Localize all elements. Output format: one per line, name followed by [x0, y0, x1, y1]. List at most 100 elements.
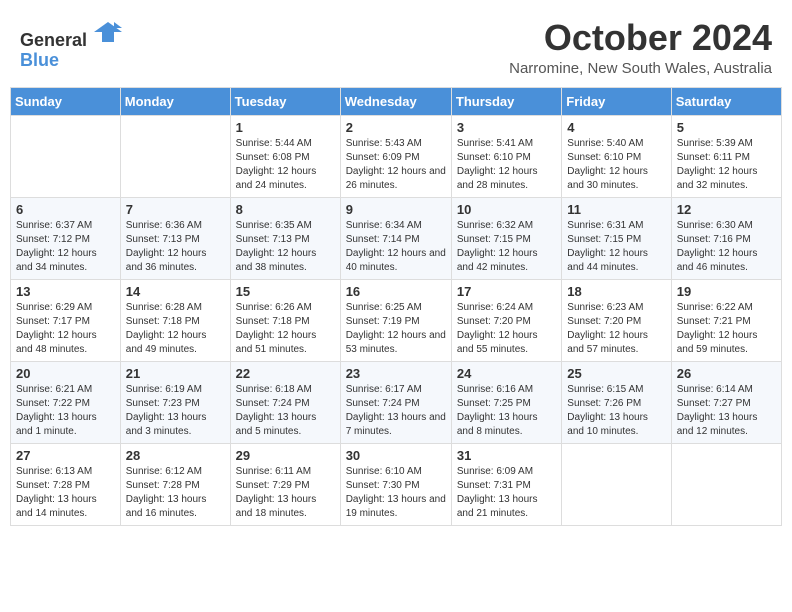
calendar-cell: 28 Sunrise: 6:12 AM Sunset: 7:28 PM Dayli…	[120, 443, 230, 525]
day-info: Sunrise: 5:43 AM Sunset: 6:09 PM Dayligh…	[346, 137, 446, 193]
calendar-week-row: 27 Sunrise: 6:13 AM Sunset: 7:28 PM Dayli…	[11, 443, 782, 525]
day-number: 21	[126, 366, 225, 381]
day-info: Sunrise: 6:28 AM Sunset: 7:18 PM Dayligh…	[126, 301, 225, 357]
calendar-cell: 15Sunrise: 6:26 AM Sunset: 7:18 PM Dayli…	[230, 279, 340, 361]
logo-blue: Blue	[20, 50, 59, 70]
logo-general: General	[20, 30, 87, 50]
day-number: 28	[126, 448, 225, 463]
calendar-cell	[671, 443, 781, 525]
calendar-cell: 11 Sunrise: 6:31 AM Sunset: 7:15 PM Dayli…	[562, 197, 671, 279]
day-number: 23	[346, 366, 446, 381]
day-info: Sunrise: 6:29 AM Sunset: 7:17 PM Dayligh…	[16, 301, 115, 357]
day-number: 1	[236, 120, 335, 135]
calendar-cell	[120, 115, 230, 197]
calendar-cell: 23Sunrise: 6:17 AM Sunset: 7:24 PM Dayli…	[340, 361, 451, 443]
calendar-cell: 17 Sunrise: 6:24 AM Sunset: 7:20 PM Dayli…	[451, 279, 561, 361]
day-info: Sunrise: 6:18 AM Sunset: 7:24 PM Dayligh…	[236, 383, 335, 439]
day-info: Sunrise: 6:36 AM Sunset: 7:13 PM Dayligh…	[126, 219, 225, 275]
day-info: Sunrise: 5:40 AM Sunset: 6:10 PM Dayligh…	[567, 137, 665, 193]
day-info: Sunrise: 6:30 AM Sunset: 7:16 PM Dayligh…	[677, 219, 776, 275]
day-info: Sunrise: 6:22 AM Sunset: 7:21 PM Dayligh…	[677, 301, 776, 357]
calendar-header-row: SundayMondayTuesdayWednesdayThursdayFrid…	[11, 87, 782, 115]
day-number: 17	[457, 284, 556, 299]
day-number: 5	[677, 120, 776, 135]
calendar-cell: 27 Sunrise: 6:13 AM Sunset: 7:28 PM Dayli…	[11, 443, 121, 525]
day-number: 31	[457, 448, 556, 463]
calendar-cell: 18Sunrise: 6:23 AM Sunset: 7:20 PM Dayli…	[562, 279, 671, 361]
calendar-cell: 10 Sunrise: 6:32 AM Sunset: 7:15 PM Dayli…	[451, 197, 561, 279]
calendar-week-row: 20 Sunrise: 6:21 AM Sunset: 7:22 PM Dayli…	[11, 361, 782, 443]
calendar-cell: 8 Sunrise: 6:35 AM Sunset: 7:13 PM Daylig…	[230, 197, 340, 279]
calendar-cell: 29 Sunrise: 6:11 AM Sunset: 7:29 PM Dayli…	[230, 443, 340, 525]
day-number: 3	[457, 120, 556, 135]
day-number: 24	[457, 366, 556, 381]
day-number: 27	[16, 448, 115, 463]
calendar-cell: 24 Sunrise: 6:16 AM Sunset: 7:25 PM Dayli…	[451, 361, 561, 443]
day-number: 10	[457, 202, 556, 217]
calendar-cell: 9 Sunrise: 6:34 AM Sunset: 7:14 PM Daylig…	[340, 197, 451, 279]
day-number: 14	[126, 284, 225, 299]
day-number: 26	[677, 366, 776, 381]
day-info: Sunrise: 6:13 AM Sunset: 7:28 PM Dayligh…	[16, 465, 115, 521]
day-number: 7	[126, 202, 225, 217]
day-info: Sunrise: 6:34 AM Sunset: 7:14 PM Dayligh…	[346, 219, 446, 275]
logo: General Blue	[20, 18, 122, 71]
day-info: Sunrise: 5:41 AM Sunset: 6:10 PM Dayligh…	[457, 137, 556, 193]
calendar-cell: 12 Sunrise: 6:30 AM Sunset: 7:16 PM Dayli…	[671, 197, 781, 279]
day-header-wednesday: Wednesday	[340, 87, 451, 115]
day-number: 4	[567, 120, 665, 135]
day-info: Sunrise: 6:25 AM Sunset: 7:19 PM Dayligh…	[346, 301, 446, 357]
day-info: Sunrise: 5:39 AM Sunset: 6:11 PM Dayligh…	[677, 137, 776, 193]
calendar-week-row: 13Sunrise: 6:29 AM Sunset: 7:17 PM Dayli…	[11, 279, 782, 361]
calendar-cell: 5 Sunrise: 5:39 AM Sunset: 6:11 PM Daylig…	[671, 115, 781, 197]
day-info: Sunrise: 6:32 AM Sunset: 7:15 PM Dayligh…	[457, 219, 556, 275]
calendar-cell: 16 Sunrise: 6:25 AM Sunset: 7:19 PM Dayli…	[340, 279, 451, 361]
day-number: 19	[677, 284, 776, 299]
calendar-cell: 14 Sunrise: 6:28 AM Sunset: 7:18 PM Dayli…	[120, 279, 230, 361]
day-number: 11	[567, 202, 665, 217]
calendar-cell: 20 Sunrise: 6:21 AM Sunset: 7:22 PM Dayli…	[11, 361, 121, 443]
calendar-cell	[562, 443, 671, 525]
day-info: Sunrise: 6:16 AM Sunset: 7:25 PM Dayligh…	[457, 383, 556, 439]
calendar-week-row: 6 Sunrise: 6:37 AM Sunset: 7:12 PM Daylig…	[11, 197, 782, 279]
calendar-cell: 7 Sunrise: 6:36 AM Sunset: 7:13 PM Daylig…	[120, 197, 230, 279]
day-number: 6	[16, 202, 115, 217]
day-number: 8	[236, 202, 335, 217]
day-number: 15	[236, 284, 335, 299]
day-info: Sunrise: 6:35 AM Sunset: 7:13 PM Dayligh…	[236, 219, 335, 275]
day-info: Sunrise: 6:37 AM Sunset: 7:12 PM Dayligh…	[16, 219, 115, 275]
calendar-week-row: 1Sunrise: 5:44 AM Sunset: 6:08 PM Daylig…	[11, 115, 782, 197]
day-number: 12	[677, 202, 776, 217]
day-number: 30	[346, 448, 446, 463]
day-header-saturday: Saturday	[671, 87, 781, 115]
day-info: Sunrise: 6:24 AM Sunset: 7:20 PM Dayligh…	[457, 301, 556, 357]
day-info: Sunrise: 6:19 AM Sunset: 7:23 PM Dayligh…	[126, 383, 225, 439]
calendar-cell: 26 Sunrise: 6:14 AM Sunset: 7:27 PM Dayli…	[671, 361, 781, 443]
day-info: Sunrise: 6:14 AM Sunset: 7:27 PM Dayligh…	[677, 383, 776, 439]
calendar-cell: 30 Sunrise: 6:10 AM Sunset: 7:30 PM Dayli…	[340, 443, 451, 525]
day-header-sunday: Sunday	[11, 87, 121, 115]
day-info: Sunrise: 6:10 AM Sunset: 7:30 PM Dayligh…	[346, 465, 446, 521]
location-subtitle: Narromine, New South Wales, Australia	[509, 60, 772, 77]
title-area: October 2024 Narromine, New South Wales,…	[509, 18, 772, 77]
day-number: 9	[346, 202, 446, 217]
calendar-cell	[11, 115, 121, 197]
calendar-cell: 21 Sunrise: 6:19 AM Sunset: 7:23 PM Dayli…	[120, 361, 230, 443]
calendar-cell: 2Sunrise: 5:43 AM Sunset: 6:09 PM Daylig…	[340, 115, 451, 197]
calendar-cell: 13Sunrise: 6:29 AM Sunset: 7:17 PM Dayli…	[11, 279, 121, 361]
day-info: Sunrise: 6:11 AM Sunset: 7:29 PM Dayligh…	[236, 465, 335, 521]
day-number: 20	[16, 366, 115, 381]
calendar-cell: 22 Sunrise: 6:18 AM Sunset: 7:24 PM Dayli…	[230, 361, 340, 443]
day-number: 29	[236, 448, 335, 463]
logo-bird-icon	[94, 18, 122, 46]
day-number: 16	[346, 284, 446, 299]
day-info: Sunrise: 6:12 AM Sunset: 7:28 PM Dayligh…	[126, 465, 225, 521]
month-title: October 2024	[509, 18, 772, 58]
calendar-cell: 3 Sunrise: 5:41 AM Sunset: 6:10 PM Daylig…	[451, 115, 561, 197]
day-header-thursday: Thursday	[451, 87, 561, 115]
day-number: 22	[236, 366, 335, 381]
day-info: Sunrise: 6:31 AM Sunset: 7:15 PM Dayligh…	[567, 219, 665, 275]
day-info: Sunrise: 6:21 AM Sunset: 7:22 PM Dayligh…	[16, 383, 115, 439]
day-info: Sunrise: 6:23 AM Sunset: 7:20 PM Dayligh…	[567, 301, 665, 357]
calendar-cell: 19 Sunrise: 6:22 AM Sunset: 7:21 PM Dayli…	[671, 279, 781, 361]
